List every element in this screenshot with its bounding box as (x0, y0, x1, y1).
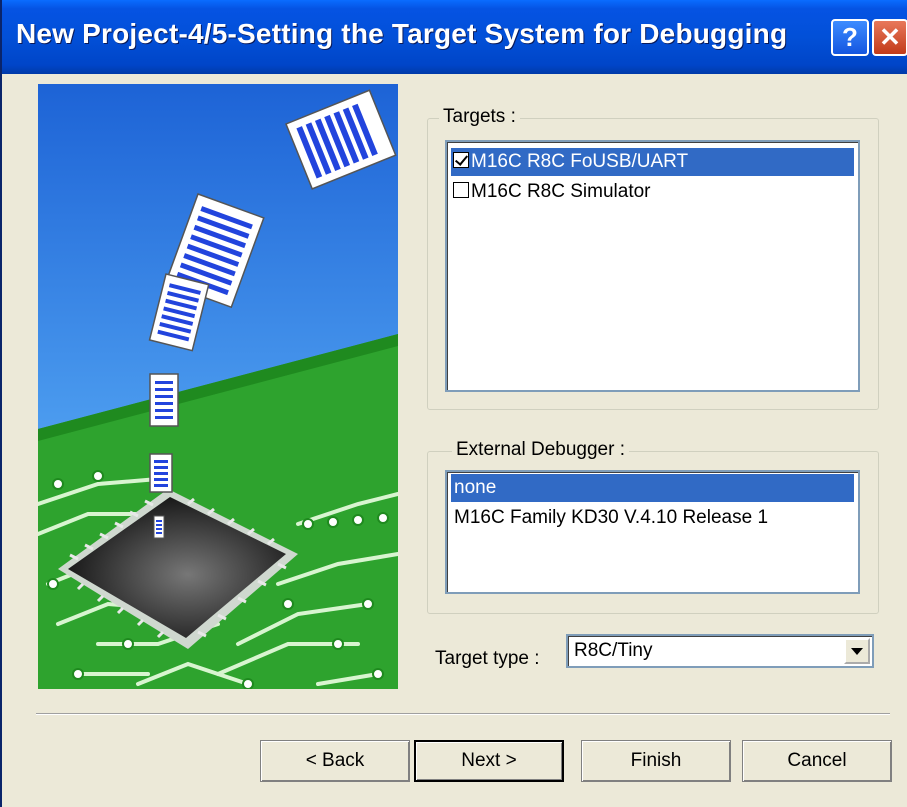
target-item-simulator[interactable]: M16C R8C Simulator (451, 178, 854, 206)
debugger-item-kd30[interactable]: M16C Family KD30 V.4.10 Release 1 (451, 504, 854, 532)
target-type-label: Target type : (435, 648, 540, 669)
checkbox-checked-icon[interactable] (453, 151, 469, 168)
targets-legend: Targets : (439, 106, 520, 128)
pcb-chip-illustration (38, 84, 398, 689)
checkbox-unchecked-icon[interactable] (453, 181, 469, 198)
help-button[interactable]: ? (831, 19, 869, 56)
next-button[interactable]: Next > (414, 740, 564, 782)
wizard-illustration (38, 84, 398, 689)
window-title: New Project-4/5-Setting the Target Syste… (16, 18, 788, 49)
back-button[interactable]: < Back (260, 740, 410, 782)
finish-button[interactable]: Finish (581, 740, 731, 782)
target-item-label: M16C R8C FoUSB/UART (471, 151, 689, 172)
close-icon: ✕ (879, 22, 901, 52)
help-icon: ? (842, 22, 858, 52)
wizard-dialog: New Project-4/5-Setting the Target Syste… (0, 0, 907, 807)
cancel-button[interactable]: Cancel (742, 740, 892, 782)
button-separator (36, 713, 890, 715)
external-debugger-listbox[interactable]: none M16C Family KD30 V.4.10 Release 1 (445, 470, 860, 594)
targets-listbox[interactable]: M16C R8C FoUSB/UART M16C R8C Simulator (445, 140, 860, 392)
target-type-select[interactable]: R8C/Tiny (566, 634, 874, 668)
debugger-item-none[interactable]: none (451, 474, 854, 502)
chevron-down-icon (851, 647, 863, 655)
target-item-fousb-uart[interactable]: M16C R8C FoUSB/UART (451, 148, 854, 176)
dropdown-button[interactable] (844, 638, 870, 664)
title-bar[interactable]: New Project-4/5-Setting the Target Syste… (2, 0, 907, 74)
target-type-value: R8C/Tiny (574, 640, 653, 661)
external-debugger-legend: External Debugger : (452, 439, 629, 461)
target-item-label: M16C R8C Simulator (471, 181, 651, 202)
close-button[interactable]: ✕ (872, 19, 907, 56)
